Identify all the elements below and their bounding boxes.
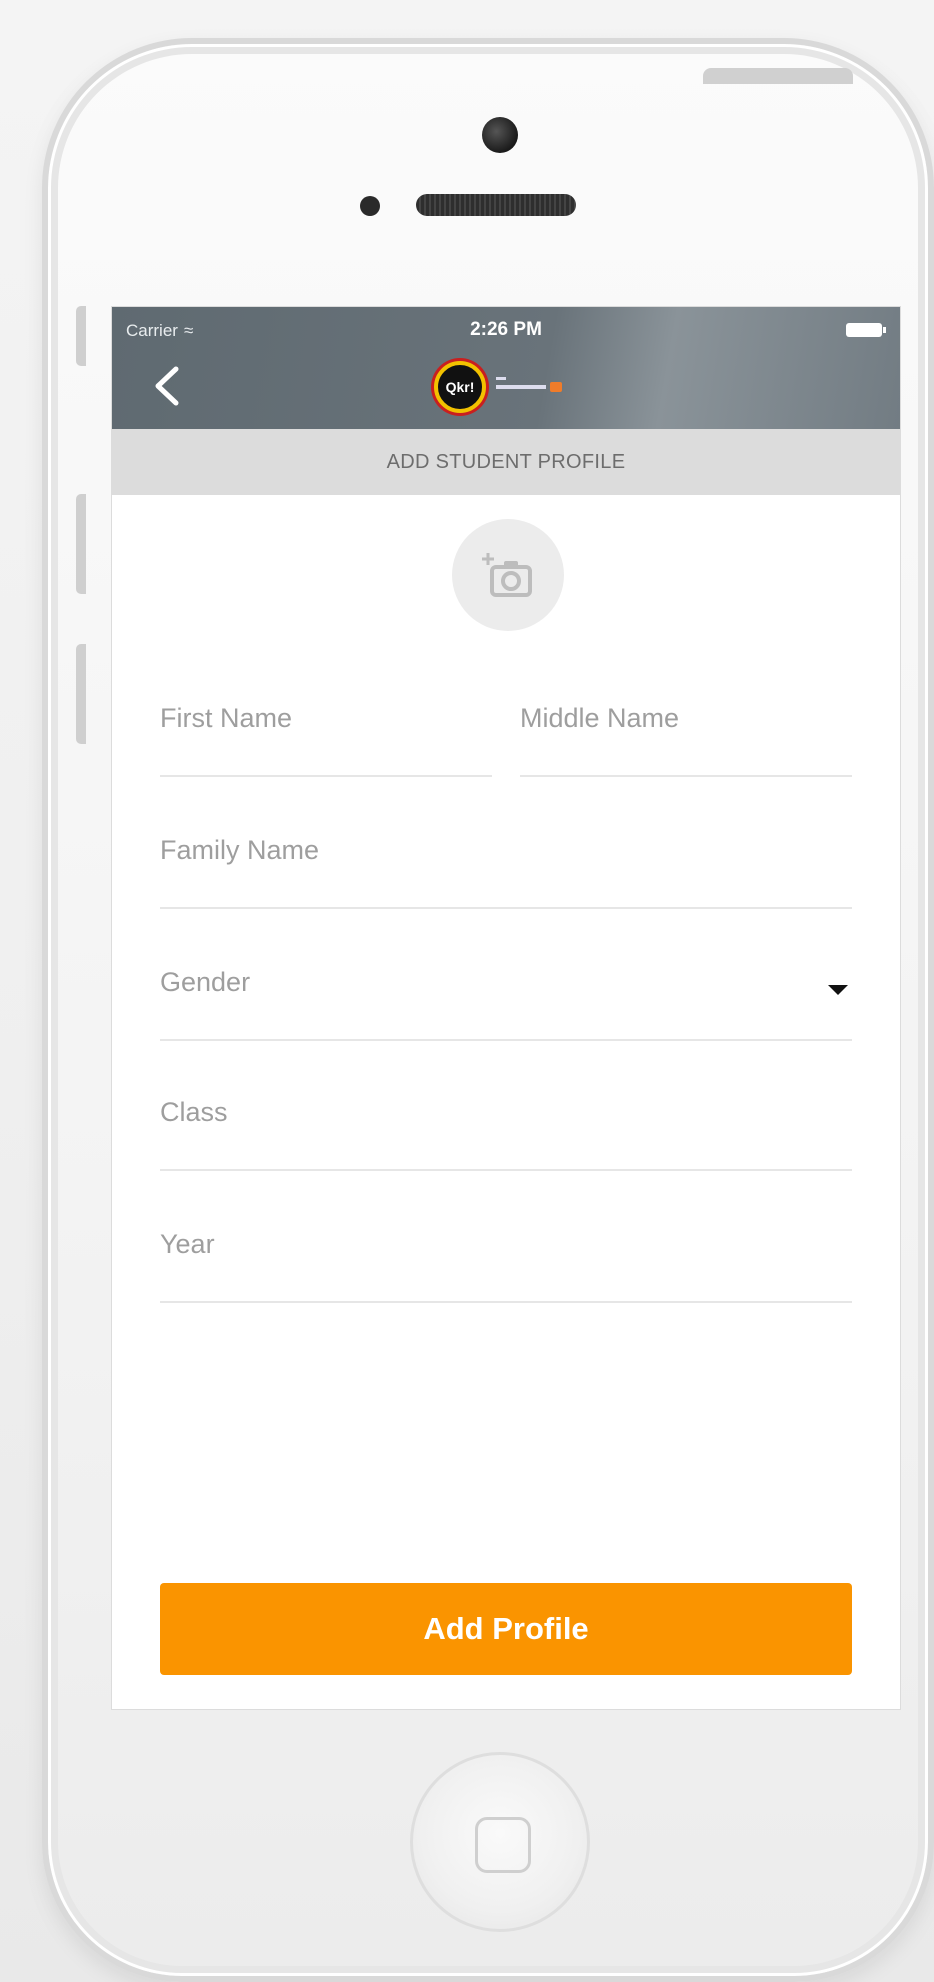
year-placeholder: Year: [160, 1229, 215, 1259]
front-camera: [482, 117, 518, 153]
volume-down-button: [76, 644, 86, 744]
dropdown-caret-icon: [828, 985, 848, 995]
battery-icon: [846, 323, 886, 337]
add-profile-button[interactable]: Add Profile: [160, 1583, 852, 1675]
middle-name-placeholder: Middle Name: [520, 703, 680, 733]
home-button[interactable]: [410, 1752, 590, 1932]
first-name-placeholder: First Name: [160, 703, 293, 733]
family-name-field[interactable]: Family Name: [160, 813, 852, 909]
family-name-placeholder: Family Name: [160, 835, 320, 865]
gender-placeholder: Gender: [160, 967, 251, 997]
app-screen: Carrier ≈ 2:26 PM Qkr! ADD STUDENT PROFIL…: [111, 306, 901, 1710]
add-photo-button[interactable]: [452, 519, 564, 631]
earpiece-speaker: [416, 194, 576, 216]
volume-up-button: [76, 494, 86, 594]
chevron-left-icon: [155, 366, 179, 406]
back-button[interactable]: [148, 361, 188, 411]
first-name-field[interactable]: First Name: [160, 681, 492, 777]
page-title: ADD STUDENT PROFILE: [112, 429, 900, 495]
add-photo-icon: [482, 553, 532, 597]
logo-wordmark: [496, 377, 566, 399]
gender-select[interactable]: Gender: [160, 945, 852, 1041]
home-square-icon: [475, 1817, 531, 1873]
app-logo: Qkr!: [434, 359, 574, 415]
logo-badge: Qkr!: [434, 361, 486, 413]
navigation-bar: Carrier ≈ 2:26 PM Qkr!: [112, 307, 900, 429]
power-button: [703, 68, 853, 84]
class-placeholder: Class: [160, 1097, 228, 1127]
year-field[interactable]: Year: [160, 1207, 852, 1303]
proximity-sensor: [360, 196, 380, 216]
status-time: 2:26 PM: [470, 319, 542, 340]
class-field[interactable]: Class: [160, 1075, 852, 1171]
status-bar: Carrier ≈ 2:26 PM: [126, 319, 886, 345]
middle-name-field[interactable]: Middle Name: [520, 681, 852, 777]
mute-switch: [76, 306, 86, 366]
